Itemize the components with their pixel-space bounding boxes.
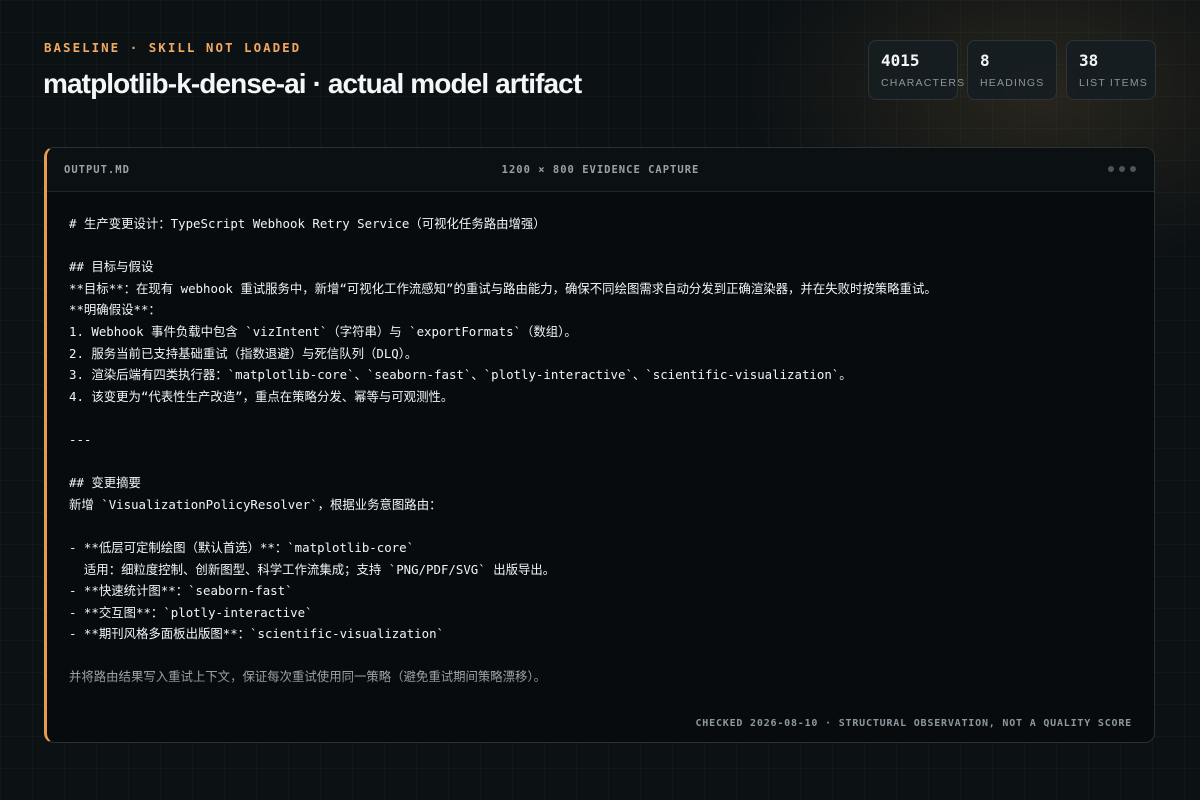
markdown-line	[69, 407, 1134, 429]
panel-header: OUTPUT.MD 1200 × 800 EVIDENCE CAPTURE	[47, 148, 1154, 192]
markdown-line	[69, 688, 1134, 710]
markdown-line: # 生产变更设计：TypeScript Webhook Retry Servic…	[69, 216, 546, 231]
markdown-line	[69, 515, 1134, 537]
markdown-line: - **低层可定制绘图（默认首选）**：`matplotlib-core`	[69, 539, 415, 555]
output-panel: OUTPUT.MD 1200 × 800 EVIDENCE CAPTURE # …	[44, 147, 1155, 743]
stat-characters-value: 4015	[881, 51, 920, 70]
markdown-line: 适用：细粒度控制、创新图型、科学工作流集成；支持 `PNG/PDF/SVG` 出…	[69, 561, 556, 577]
markdown-line: 4. 该变更为“代表性生产改造”，重点在策略分发、幂等与可观测性。	[69, 388, 454, 404]
markdown-line: 1. Webhook 事件负载中包含 `vizIntent`（字符串）与 `ex…	[69, 323, 577, 339]
stat-headings-label: HEADINGS	[980, 77, 1045, 89]
markdown-content: # 生产变更设计：TypeScript Webhook Retry Servic…	[69, 213, 1134, 712]
markdown-line: **明确假设**：	[69, 302, 161, 318]
panel-caption: 1200 × 800 EVIDENCE CAPTURE	[501, 164, 700, 176]
stat-characters-label: CHARACTERS	[881, 77, 966, 89]
markdown-line: ## 变更摘要	[69, 475, 141, 491]
baseline-eyebrow: BASELINE · SKILL NOT LOADED	[44, 40, 302, 55]
window-dots-icon	[1108, 166, 1136, 172]
stat-headings-value: 8	[980, 51, 990, 70]
stats-group: 4015 CHARACTERS 8 HEADINGS 38 LIST ITEMS	[868, 40, 1156, 100]
markdown-line: ## 目标与假设	[69, 259, 154, 275]
markdown-line: - **交互图**：`plotly-interactive`	[69, 604, 313, 620]
markdown-line: 并将路由结果写入重试上下文，保证每次重试使用同一策略（避免重试期间策略漂移）。	[69, 669, 547, 685]
page-title: matplotlib-k-dense-ai · actual model art…	[43, 68, 582, 99]
markdown-line: - **期刊风格多面板出版图**：`scientific-visualizati…	[69, 626, 445, 642]
stat-characters: 4015 CHARACTERS	[868, 40, 966, 100]
stat-headings: 8 HEADINGS	[967, 40, 1057, 100]
markdown-line: ---	[69, 431, 92, 447]
markdown-line	[69, 451, 1134, 473]
panel-footer-note: CHECKED 2026-08-10 · STRUCTURAL OBSERVAT…	[695, 718, 1132, 729]
markdown-line	[69, 235, 1134, 257]
stat-list-items: 38 LIST ITEMS	[1066, 40, 1156, 100]
stat-list-items-value: 38	[1079, 51, 1099, 70]
markdown-line	[69, 645, 1134, 667]
markdown-line: 3. 渲染后端有四类执行器：`matplotlib-core`、`seaborn…	[69, 367, 852, 383]
markdown-line: **目标**：在现有 webhook 重试服务中，新增“可视化工作流感知”的重试…	[69, 280, 937, 296]
stat-list-items-label: LIST ITEMS	[1079, 77, 1148, 89]
markdown-line: ---	[69, 710, 1134, 712]
markdown-line: 新增 `VisualizationPolicyResolver`，根据业务意图路…	[69, 496, 442, 512]
markdown-line: - **快速统计图**：`seaborn-fast`	[69, 583, 293, 599]
markdown-line: 2. 服务当前已支持基础重试（指数退避）与死信队列（DLQ）。	[69, 345, 418, 361]
